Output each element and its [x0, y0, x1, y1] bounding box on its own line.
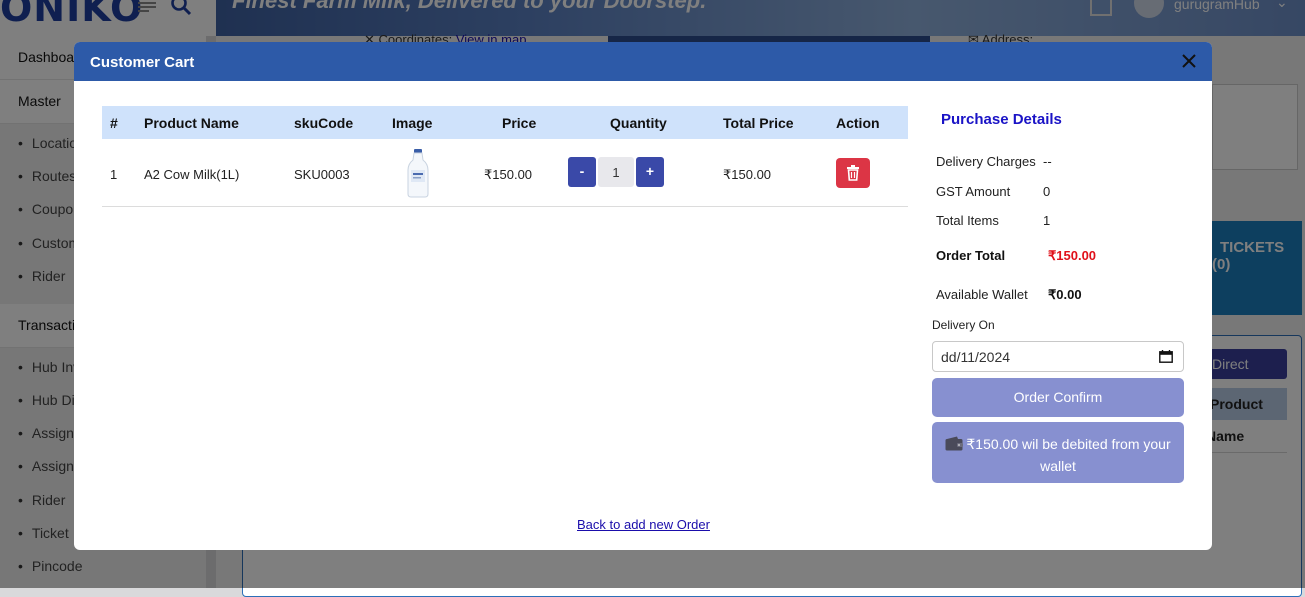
wallet-debit-notice: ₹150.00 wil be debited from your wallet: [932, 422, 1184, 483]
wallet-icon: [945, 436, 964, 451]
delivery-date-input[interactable]: dd/11/2024: [932, 341, 1184, 372]
col-index: #: [110, 115, 118, 131]
milk-bottle-image: [404, 148, 432, 198]
calendar-icon[interactable]: [1159, 350, 1173, 363]
total-items-value: 1: [1043, 213, 1051, 228]
delete-item-button[interactable]: [836, 158, 870, 188]
col-image: Image: [392, 115, 433, 131]
order-total-value: ₹150.00: [1048, 248, 1097, 263]
delivery-charges-label: Delivery Charges: [936, 154, 1036, 169]
row-sku: SKU0003: [294, 167, 350, 182]
customer-cart-modal: Customer Cart # Product Name skuCode Ima…: [74, 42, 1212, 550]
delivery-date-value: dd/11/2024: [941, 349, 1011, 365]
wallet-debit-text: ₹150.00 wil be debited from your wallet: [966, 436, 1171, 474]
delivery-on-label: Delivery On: [932, 318, 995, 332]
row-total-price: ₹150.00: [723, 167, 772, 182]
order-confirm-button[interactable]: Order Confirm: [932, 378, 1184, 417]
col-price: Price: [502, 115, 537, 131]
quantity-decrement-button[interactable]: -: [568, 157, 596, 187]
row-divider: [102, 206, 908, 207]
purchase-details-title: Purchase Details: [941, 111, 1062, 128]
order-total-label: Order Total: [936, 248, 1006, 263]
col-total-price: Total Price: [723, 115, 794, 131]
col-quantity: Quantity: [610, 115, 667, 131]
quantity-increment-button[interactable]: +: [636, 157, 664, 187]
gst-amount-label: GST Amount: [936, 184, 1011, 199]
available-wallet-label: Available Wallet: [936, 287, 1028, 302]
gst-amount-value: 0: [1043, 184, 1051, 199]
row-product-name: A2 Cow Milk(1L): [144, 167, 240, 182]
back-to-add-order-link[interactable]: Back to add new Order: [577, 517, 710, 532]
quantity-input[interactable]: [598, 157, 634, 187]
col-product-name: Product Name: [144, 115, 239, 131]
close-icon[interactable]: [1180, 52, 1198, 70]
modal-title: Customer Cart: [90, 54, 195, 71]
col-sku-code: skuCode: [294, 115, 354, 131]
row-price: ₹150.00: [484, 167, 533, 182]
trash-icon: [847, 165, 859, 181]
total-items-label: Total Items: [936, 213, 999, 228]
col-action: Action: [836, 115, 880, 131]
modal-header: Customer Cart: [74, 42, 1212, 81]
available-wallet-value: ₹0.00: [1048, 287, 1082, 302]
delivery-charges-value: --: [1043, 154, 1052, 169]
row-index: 1: [110, 167, 118, 182]
